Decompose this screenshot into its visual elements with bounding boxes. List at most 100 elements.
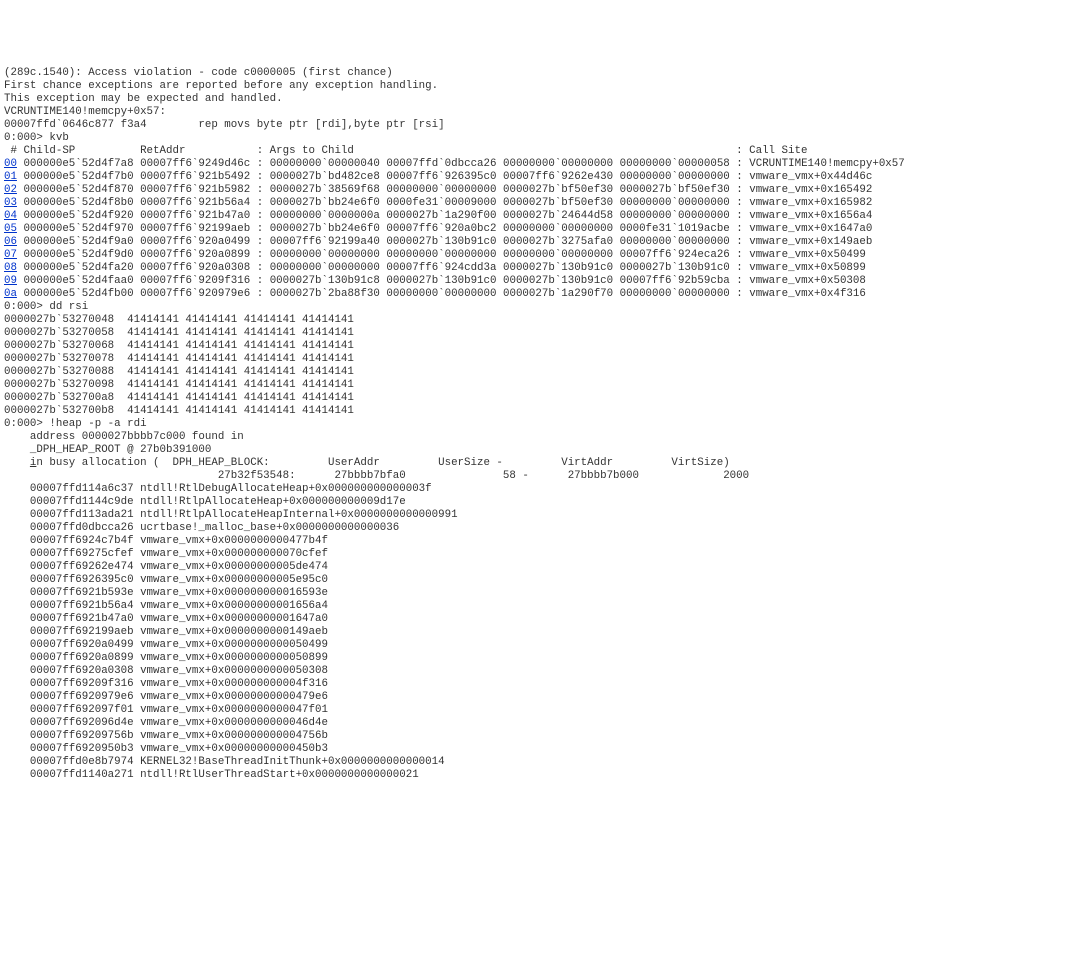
stack-retaddr: 00007ff6`92199aeb [140, 223, 250, 235]
stack-arg: 00000000`0000000a [270, 210, 380, 222]
memory-dump-row: 0000027b`532700b8 41414141 41414141 4141… [4, 405, 1076, 418]
stack-arg: 00000000`00000000 [386, 184, 496, 196]
memory-dump-row: 0000027b`53270048 41414141 41414141 4141… [4, 314, 1076, 327]
stack-call-site: vmware_vmx+0x165492 [749, 184, 872, 196]
stack-arg: 0000027b`1a290f70 [503, 288, 613, 300]
stack-arg: 0000027b`24644d58 [503, 210, 613, 222]
stack-retaddr: 00007ff6`920a0899 [140, 249, 250, 261]
stack-frame-row: 02 000000e5`52d4f870 00007ff6`921b5982 :… [4, 184, 1076, 197]
memory-dump-row: 0000027b`53270098 41414141 41414141 4141… [4, 379, 1076, 392]
stack-retaddr: 00007ff6`920a0499 [140, 236, 250, 248]
stack-arg: 00000000`00000000 [270, 262, 380, 274]
heap-stack-trace-line: 00007ff6926395c0 vmware_vmx+0x0000000000… [4, 574, 1076, 587]
stack-arg: 00007ff6`926395c0 [386, 171, 496, 183]
stack-arg: 00007ffd`0dbcca26 [386, 158, 496, 170]
stack-child-sp: 000000e5`52d4f870 [23, 184, 133, 196]
stack-arg: 00007ff6`924cdd3a [386, 262, 496, 274]
stack-arg: 0000027b`130b91c0 [386, 236, 496, 248]
heap-stack-trace-line: 00007ff6920a0899 vmware_vmx+0x0000000000… [4, 652, 1076, 665]
heap-stack-trace-line: 00007ff692097f01 vmware_vmx+0x0000000000… [4, 704, 1076, 717]
stack-frame-row: 08 000000e5`52d4fa20 00007ff6`920a0308 :… [4, 262, 1076, 275]
stack-arg: 0000027b`2ba88f30 [270, 288, 380, 300]
stack-arg: 0000027b`38569f68 [270, 184, 380, 196]
stack-frame-index[interactable]: 06 [4, 236, 17, 248]
stack-frame-index[interactable]: 05 [4, 223, 17, 235]
stack-child-sp: 000000e5`52d4f8b0 [23, 197, 133, 209]
heap-stack-trace-line: 00007ff6920a0499 vmware_vmx+0x0000000000… [4, 639, 1076, 652]
stack-frame-index[interactable]: 00 [4, 158, 17, 170]
exception-note: This exception may be expected and handl… [4, 93, 1076, 106]
stack-arg: 00000000`00000000 [270, 249, 380, 261]
stack-call-site: vmware_vmx+0x149aeb [749, 236, 872, 248]
stack-call-site: vmware_vmx+0x1656a4 [749, 210, 872, 222]
stack-arg: 0000fe31`00009000 [386, 197, 496, 209]
stack-frame-index[interactable]: 09 [4, 275, 17, 287]
heap-stack-trace-line: 00007ff69275cfef vmware_vmx+0x0000000000… [4, 548, 1076, 561]
stack-frame-row: 06 000000e5`52d4f9a0 00007ff6`920a0499 :… [4, 236, 1076, 249]
stack-frame-index[interactable]: 08 [4, 262, 17, 274]
stack-child-sp: 000000e5`52d4faa0 [23, 275, 133, 287]
stack-frame-row: 05 000000e5`52d4f970 00007ff6`92199aeb :… [4, 223, 1076, 236]
heap-stack-trace-line: 00007ff6921b593e vmware_vmx+0x0000000000… [4, 587, 1076, 600]
prompt-dd: 0:000> dd rsi [4, 301, 1076, 314]
stack-arg: 00000000`00000000 [503, 249, 613, 261]
stack-arg: 00000000`00000000 [503, 158, 613, 170]
stack-call-site: VCRUNTIME140!memcpy+0x57 [749, 158, 905, 170]
stack-arg: 0000027b`130b91c0 [386, 275, 496, 287]
stack-child-sp: 000000e5`52d4fb00 [23, 288, 133, 300]
heap-stack-trace-line: 00007ff6920950b3 vmware_vmx+0x0000000000… [4, 743, 1076, 756]
stack-arg: 00007ff6`920a0bc2 [386, 223, 496, 235]
stack-retaddr: 00007ff6`921b56a4 [140, 197, 250, 209]
stack-frame-index[interactable]: 02 [4, 184, 17, 196]
heap-stack-trace-line: 00007ff69209756b vmware_vmx+0x0000000000… [4, 730, 1076, 743]
heap-stack-trace-line: 00007ff6924c7b4f vmware_vmx+0x0000000000… [4, 535, 1076, 548]
prompt-heap: 0:000> !heap -p -a rdi [4, 418, 1076, 431]
stack-frame-index[interactable]: 03 [4, 197, 17, 209]
stack-call-site: vmware_vmx+0x1647a0 [749, 223, 872, 235]
stack-arg: 00000000`00000000 [386, 288, 496, 300]
stack-child-sp: 000000e5`52d4f970 [23, 223, 133, 235]
stack-arg: 00000000`00000000 [386, 249, 496, 261]
heap-block-data: 27b32f53548: 27bbbb7bfa0 58 - 27bbbb7b00… [4, 470, 1076, 483]
stack-frame-index[interactable]: 01 [4, 171, 17, 183]
stack-arg: 00000000`00000000 [620, 210, 730, 222]
heap-stack-trace-line: 00007ff6921b47a0 vmware_vmx+0x0000000000… [4, 613, 1076, 626]
exception-note: First chance exceptions are reported bef… [4, 80, 1076, 93]
stack-arg: 00007ff6`92199a40 [270, 236, 380, 248]
stack-call-site: vmware_vmx+0x50308 [749, 275, 866, 287]
heap-stack-trace-line: 00007ff69209f316 vmware_vmx+0x0000000000… [4, 678, 1076, 691]
stack-arg: 0000027b`1a290f00 [386, 210, 496, 222]
memory-dump-row: 0000027b`53270078 41414141 41414141 4141… [4, 353, 1076, 366]
heap-root-line: _DPH_HEAP_ROOT @ 27b0b391000 [4, 444, 1076, 457]
stack-frame-row: 04 000000e5`52d4f920 00007ff6`921b47a0 :… [4, 210, 1076, 223]
stack-call-site: vmware_vmx+0x44d46c [749, 171, 872, 183]
stack-arg: 00007ff6`9262e430 [503, 171, 613, 183]
stack-frame-row: 03 000000e5`52d4f8b0 00007ff6`921b56a4 :… [4, 197, 1076, 210]
stack-arg: 00000000`00000040 [270, 158, 380, 170]
heap-stack-trace-line: 00007ffd0dbcca26 ucrtbase!_malloc_base+0… [4, 522, 1076, 535]
memory-dump-row: 0000027b`532700a8 41414141 41414141 4141… [4, 392, 1076, 405]
stack-retaddr: 00007ff6`921b5982 [140, 184, 250, 196]
heap-stack-trace-line: 00007ff692096d4e vmware_vmx+0x0000000000… [4, 717, 1076, 730]
stack-call-site: vmware_vmx+0x4f316 [749, 288, 866, 300]
stack-arg: 0000027b`130b91c0 [503, 275, 613, 287]
heap-stack-trace-line: 00007ffd1140a271 ntdll!RtlUserThreadStar… [4, 769, 1076, 782]
crash-symbol: VCRUNTIME140!memcpy+0x57: [4, 106, 1076, 119]
stack-arg: 00000000`00000000 [503, 223, 613, 235]
stack-arg: 00000000`00000000 [620, 171, 730, 183]
heap-stack-trace-line: 00007ff692199aeb vmware_vmx+0x0000000000… [4, 626, 1076, 639]
stack-arg: 00000000`00000000 [620, 288, 730, 300]
stack-arg: 00000000`00000058 [620, 158, 730, 170]
stack-arg: 00000000`00000000 [620, 236, 730, 248]
stack-retaddr: 00007ff6`920a0308 [140, 262, 250, 274]
stack-arg: 0000027b`bf50ef30 [503, 184, 613, 196]
stack-frame-index[interactable]: 04 [4, 210, 17, 222]
stack-retaddr: 00007ff6`9249d46c [140, 158, 250, 170]
stack-header: # Child-SP RetAddr : Args to Child : Cal… [4, 145, 1076, 158]
stack-call-site: vmware_vmx+0x165982 [749, 197, 872, 209]
stack-frame-index[interactable]: 0a [4, 288, 17, 300]
heap-stack-trace-line: 00007ff69262e474 vmware_vmx+0x0000000000… [4, 561, 1076, 574]
stack-child-sp: 000000e5`52d4f7a8 [23, 158, 133, 170]
stack-frame-row: 07 000000e5`52d4f9d0 00007ff6`920a0899 :… [4, 249, 1076, 262]
stack-frame-index[interactable]: 07 [4, 249, 17, 261]
